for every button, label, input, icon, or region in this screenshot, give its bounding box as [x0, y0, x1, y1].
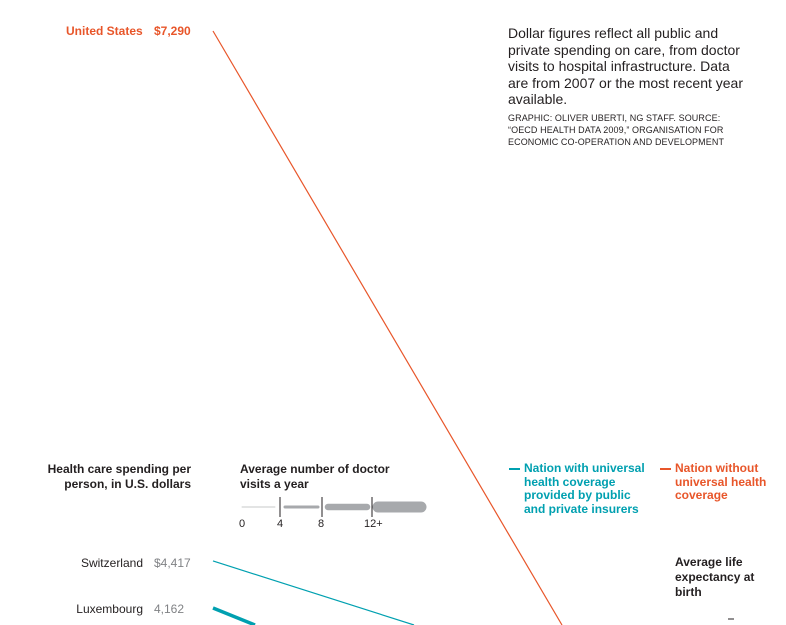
methodology-note: Dollar figures reflect all public and pr… — [508, 25, 743, 107]
legend-swatch-without — [660, 468, 671, 470]
visits-legend-title: Average number of doctor visits a year — [240, 462, 390, 491]
spending-value-united-states: $7,290 — [154, 24, 191, 38]
country-label-luxembourg: Luxembourg — [76, 602, 143, 616]
visits-legend-bars — [241, 497, 427, 517]
country-label-united-states: United States — [66, 24, 143, 38]
visits-tick-label: 4 — [277, 518, 284, 530]
spending-value-luxembourg: 4,162 — [154, 602, 185, 616]
country-label-switzerland: Switzerland — [80, 556, 143, 570]
legend-universal-coverage: Nation with universal health coverage pr… — [524, 461, 645, 516]
legend-without-coverage: Nation without universal health coverage — [675, 461, 767, 502]
spending-axis-label: Health care spending per person, in U.S.… — [47, 462, 191, 491]
visits-tick-label: 8 — [318, 518, 325, 530]
spending-value-switzerland: $4,417 — [154, 556, 191, 570]
slope-line-switzerland — [212, 560, 415, 625]
source-credit: GRAPHIC: OLIVER UBERTI, NG STAFF. SOURCE… — [508, 113, 725, 147]
visits-tick-label: 12+ — [364, 518, 383, 530]
slope-line-luxembourg — [212, 606, 256, 625]
life-expectancy-axis-label: Average life expectancy at birth — [675, 555, 755, 599]
visits-tick-label: 0 — [239, 518, 246, 530]
legend-swatch-universal — [509, 468, 520, 470]
